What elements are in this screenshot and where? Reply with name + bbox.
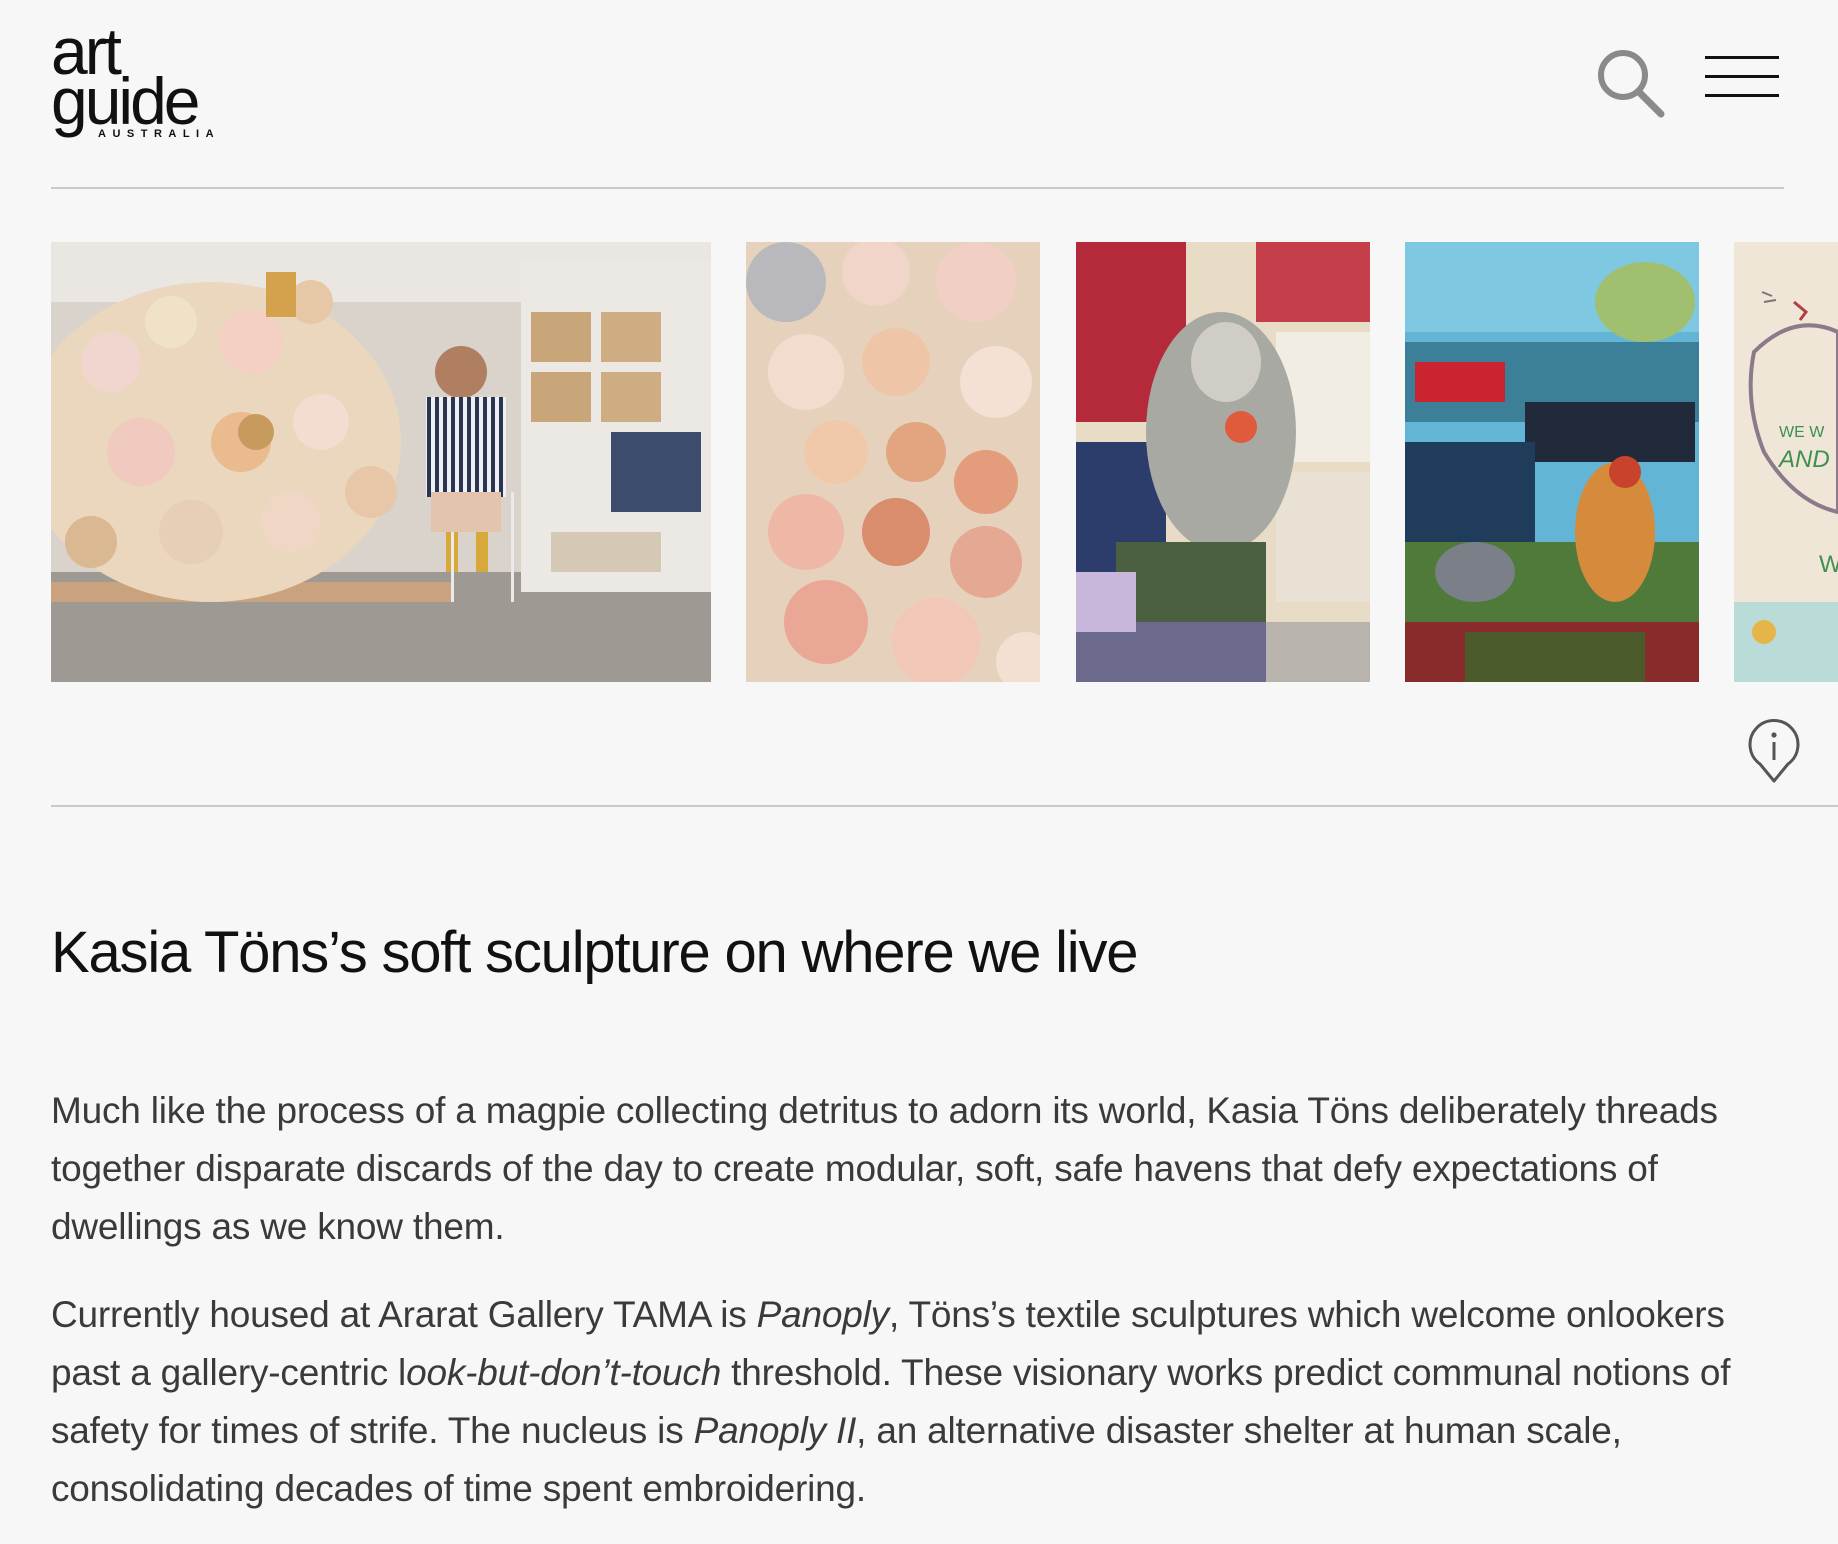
gallery-image-4[interactable] (1405, 242, 1699, 682)
hamburger-menu-icon (1705, 56, 1779, 59)
gallery-image-2[interactable] (746, 242, 1040, 682)
gallery-image-3[interactable] (1076, 242, 1370, 682)
info-icon (1748, 719, 1800, 783)
lettering-line-3: W (1819, 551, 1838, 578)
logo-line-australia: AUSTRALIA (98, 128, 221, 140)
italic-title: Panoply II (693, 1410, 857, 1451)
article-title: Kasia Töns’s soft sculpture on where we … (51, 920, 1139, 985)
image-info-button[interactable] (1746, 718, 1802, 784)
site-logo[interactable]: art guide AUSTRALIA (51, 18, 251, 148)
italic-title: Panoply (756, 1294, 890, 1335)
hamburger-menu-icon-line (1705, 94, 1779, 97)
header-divider (51, 187, 1784, 189)
search-button[interactable] (1591, 44, 1671, 124)
article-paragraph-2: Currently housed at Ararat Gallery TAMA … (51, 1286, 1786, 1518)
hamburger-menu-icon-line (1705, 75, 1779, 78)
gallery-image-5[interactable]: WE W AND W (1734, 242, 1838, 682)
article-body: Much like the process of a magpie collec… (51, 1082, 1786, 1544)
search-icon (1598, 50, 1665, 118)
site-header: art guide AUSTRALIA (51, 0, 1783, 188)
lettering-line-1: WE W (1779, 424, 1825, 441)
menu-button[interactable] (1702, 52, 1784, 102)
gallery-divider (51, 805, 1838, 807)
logo-line-guide: guide (51, 64, 200, 138)
image-gallery[interactable]: WE W AND W (51, 242, 1838, 682)
lettering-line-2: AND (1777, 446, 1830, 473)
text-run: Currently housed at Ararat Gallery TAMA … (51, 1294, 757, 1335)
gallery-image-1[interactable] (51, 242, 711, 682)
italic-phrase: ook-but-don’t-touch (406, 1352, 722, 1393)
article-paragraph-1: Much like the process of a magpie collec… (51, 1090, 1718, 1247)
